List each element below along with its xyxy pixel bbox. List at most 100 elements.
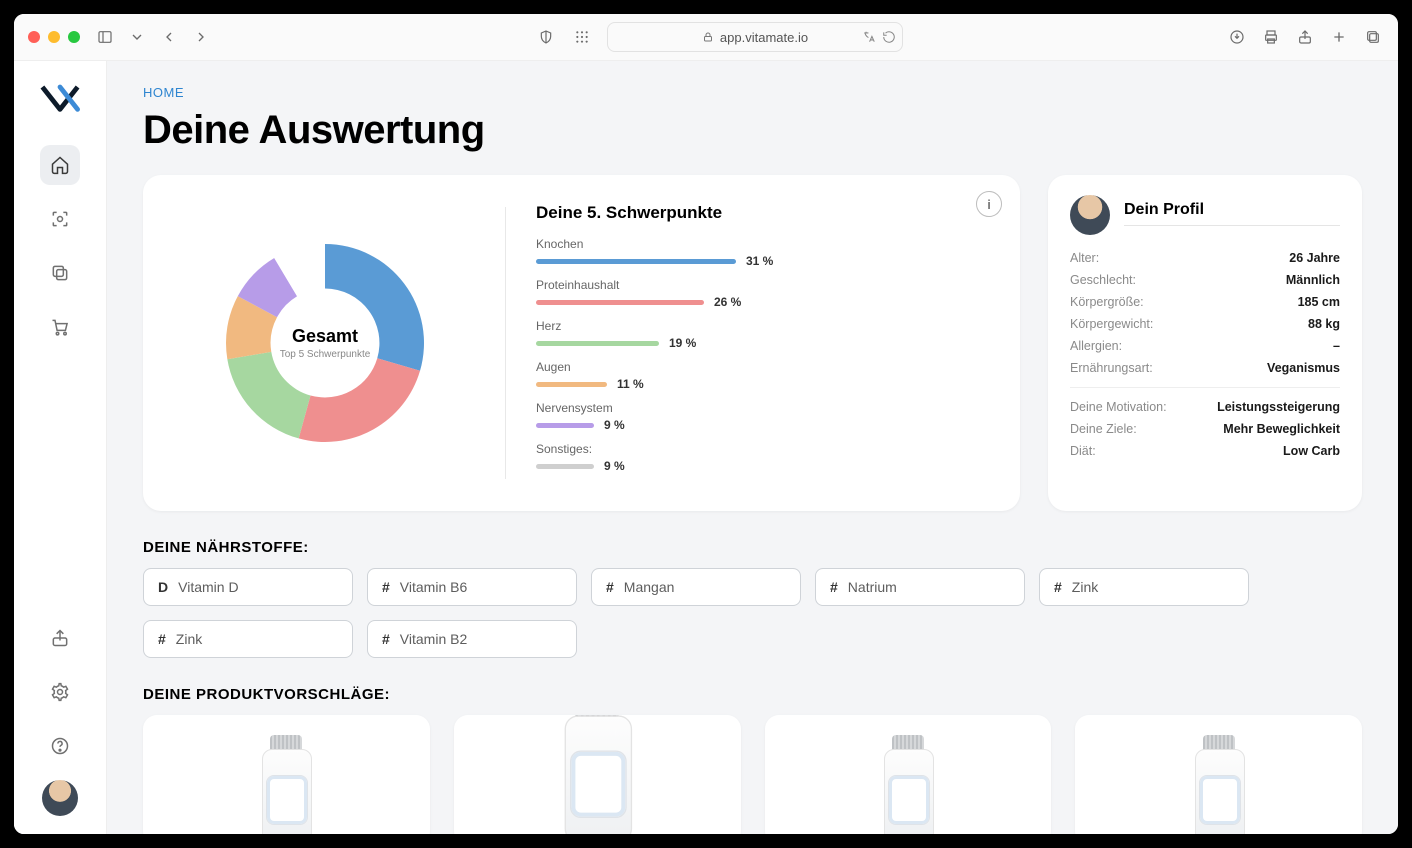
share-icon[interactable] bbox=[1294, 26, 1316, 48]
apps-grid-icon[interactable] bbox=[571, 26, 593, 48]
product-card[interactable] bbox=[765, 715, 1052, 834]
profile-value: 185 cm bbox=[1298, 295, 1340, 309]
sidebar-item-copy[interactable] bbox=[40, 253, 80, 293]
sidebar-item-scan[interactable] bbox=[40, 199, 80, 239]
donut-subtitle: Top 5 Schwerpunkte bbox=[280, 349, 371, 360]
chip-label: Zink bbox=[1072, 579, 1098, 595]
translate-icon[interactable] bbox=[862, 30, 876, 44]
close-window-icon[interactable] bbox=[28, 31, 40, 43]
gear-icon bbox=[50, 682, 70, 702]
profile-value: Männlich bbox=[1286, 273, 1340, 287]
nutrient-chip[interactable]: # Vitamin B2 bbox=[367, 620, 577, 658]
profile-row: Deine Ziele:Mehr Beweglichkeit bbox=[1070, 418, 1340, 440]
metric-row: Augen 11 % bbox=[536, 360, 988, 391]
chip-tag: # bbox=[1054, 579, 1062, 595]
profile-row: Körpergewicht: 88 kg bbox=[1070, 313, 1340, 335]
nutrient-chip[interactable]: # Zink bbox=[143, 620, 353, 658]
chip-label: Vitamin B2 bbox=[400, 631, 467, 647]
profile-value: Leistungssteigerung bbox=[1217, 400, 1340, 414]
metric-value: 11 % bbox=[617, 377, 644, 391]
metric-row: Knochen 31 % bbox=[536, 237, 988, 268]
nav-back-icon[interactable] bbox=[158, 26, 180, 48]
profile-key: Ernährungsart: bbox=[1070, 361, 1153, 375]
profile-row: Ernährungsart: Veganismus bbox=[1070, 357, 1340, 379]
help-icon bbox=[50, 736, 70, 756]
metric-value: 31 % bbox=[746, 254, 773, 268]
sidebar-avatar[interactable] bbox=[42, 780, 78, 816]
shield-icon[interactable] bbox=[535, 26, 557, 48]
product-card[interactable] bbox=[1075, 715, 1362, 834]
nutrient-chip[interactable]: DVitamin D bbox=[143, 568, 353, 606]
print-icon[interactable] bbox=[1260, 26, 1282, 48]
url-text: app.vitamate.io bbox=[720, 30, 808, 45]
product-image bbox=[1189, 735, 1249, 834]
nutrient-chip[interactable]: #Vitamin B6 bbox=[367, 568, 577, 606]
product-card[interactable] bbox=[143, 715, 430, 834]
profile-value: Veganismus bbox=[1267, 361, 1340, 375]
nutrient-chip[interactable]: # Zink bbox=[1039, 568, 1249, 606]
profile-key: Allergien: bbox=[1070, 339, 1122, 353]
product-card[interactable] bbox=[454, 715, 741, 834]
share-icon bbox=[50, 628, 70, 648]
profile-row: Körpergröße:185 cm bbox=[1070, 291, 1340, 313]
profile-key: Deine Motivation: bbox=[1070, 400, 1167, 414]
profile-title: Dein Profil bbox=[1124, 201, 1340, 226]
chip-tag: # bbox=[382, 631, 390, 647]
metric-value: 9 % bbox=[604, 418, 625, 432]
copy-icon bbox=[50, 263, 70, 283]
breadcrumb[interactable]: HOME bbox=[143, 85, 1362, 100]
donut-title: Gesamt bbox=[292, 326, 358, 347]
vertical-divider bbox=[505, 207, 506, 479]
info-button[interactable]: i bbox=[976, 191, 1002, 217]
home-icon bbox=[50, 155, 70, 175]
metric-label: Proteinhaushalt bbox=[536, 278, 988, 292]
chip-tag: # bbox=[158, 631, 166, 647]
sidebar-item-cart[interactable] bbox=[40, 307, 80, 347]
profile-value: – bbox=[1333, 339, 1340, 353]
profile-card: Dein Profil Alter:26 Jahre Geschlecht: Män… bbox=[1048, 175, 1362, 511]
chip-label: Mangan bbox=[624, 579, 675, 595]
page-title: Deine Auswertung bbox=[143, 108, 1362, 153]
download-icon[interactable] bbox=[1226, 26, 1248, 48]
profile-row: Alter:26 Jahre bbox=[1070, 247, 1340, 269]
nav-forward-icon[interactable] bbox=[190, 26, 212, 48]
app-sidebar bbox=[14, 61, 107, 834]
sidebar-item-share[interactable] bbox=[40, 618, 80, 658]
metric-value: 9 % bbox=[604, 459, 625, 473]
sidebar-item-help[interactable] bbox=[40, 726, 80, 766]
metric-label: Nervensystem bbox=[536, 401, 988, 415]
profile-row: Allergien: – bbox=[1070, 335, 1340, 357]
profile-key: Körpergewicht: bbox=[1070, 317, 1153, 331]
profile-value: Mehr Beweglichkeit bbox=[1223, 422, 1340, 436]
browser-chrome: app.vitamate.io bbox=[14, 14, 1398, 61]
sidebar-item-home[interactable] bbox=[40, 145, 80, 185]
minimize-window-icon[interactable] bbox=[48, 31, 60, 43]
sidebar-item-settings[interactable] bbox=[40, 672, 80, 712]
product-image bbox=[557, 715, 638, 834]
metric-bar bbox=[536, 423, 594, 428]
metric-value: 26 % bbox=[714, 295, 741, 309]
cart-icon bbox=[50, 317, 70, 337]
chip-label: Zink bbox=[176, 631, 202, 647]
maximize-window-icon[interactable] bbox=[68, 31, 80, 43]
metric-row: Herz 19 % bbox=[536, 319, 988, 350]
metrics-title: Deine 5. Schwerpunkte bbox=[536, 203, 988, 223]
profile-row: Diät:Low Carb bbox=[1070, 440, 1340, 462]
profile-value: 88 kg bbox=[1308, 317, 1340, 331]
metric-row: Sonstiges: 9 % bbox=[536, 442, 988, 473]
metric-label: Sonstiges: bbox=[536, 442, 988, 456]
profile-row: Geschlecht: Männlich bbox=[1070, 269, 1340, 291]
new-tab-icon[interactable] bbox=[1328, 26, 1350, 48]
scan-icon bbox=[50, 209, 70, 229]
chip-label: Vitamin D bbox=[178, 579, 238, 595]
address-bar[interactable]: app.vitamate.io bbox=[607, 22, 904, 52]
sidebar-toggle-icon[interactable] bbox=[94, 26, 116, 48]
tabs-icon[interactable] bbox=[1362, 26, 1384, 48]
nutrient-chip[interactable]: #Mangan bbox=[591, 568, 801, 606]
profile-key: Geschlecht: bbox=[1070, 273, 1136, 287]
product-image bbox=[256, 735, 316, 834]
chevron-down-icon[interactable] bbox=[126, 26, 148, 48]
window-controls[interactable] bbox=[28, 31, 80, 43]
reload-icon[interactable] bbox=[882, 30, 896, 44]
nutrient-chip[interactable]: #Natrium bbox=[815, 568, 1025, 606]
